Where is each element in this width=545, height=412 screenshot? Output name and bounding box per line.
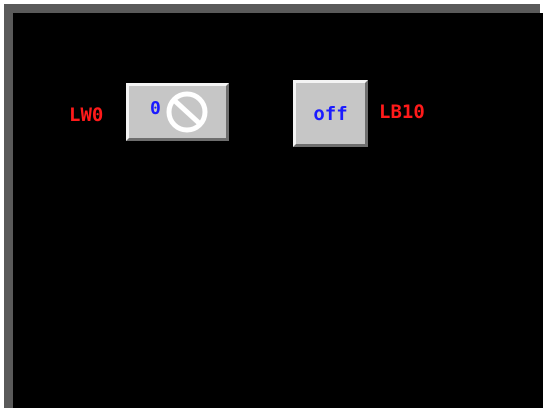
word-lamp-value: 0 [150, 98, 161, 119]
hmi-screen: LW0 0 off LB10 [13, 13, 543, 408]
prohibited-icon [166, 91, 208, 133]
word-lamp-button[interactable]: 0 [126, 83, 229, 141]
bit-switch-state: off [313, 102, 348, 125]
lw0-address-label: LW0 [69, 104, 104, 126]
bit-switch-button[interactable]: off [293, 80, 368, 147]
lb10-address-label: LB10 [379, 101, 425, 123]
